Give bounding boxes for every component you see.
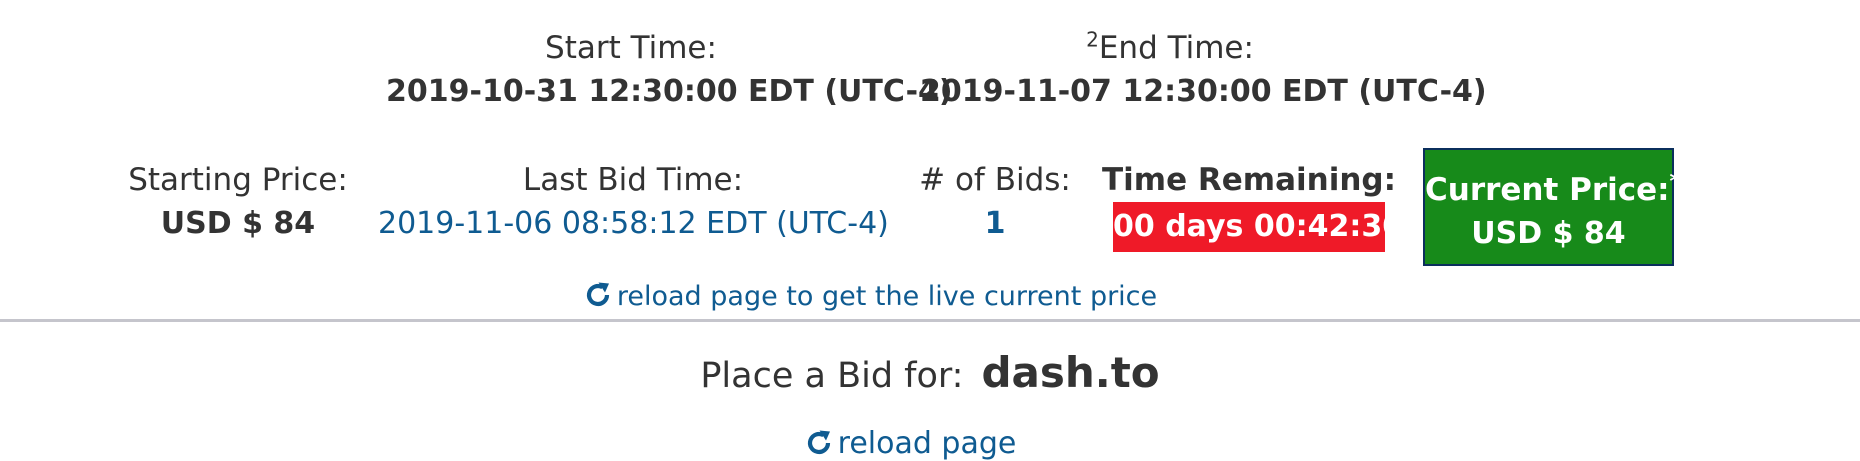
- last-bid-time-link[interactable]: 2019-11-06 08:58:12 EDT (UTC-4): [378, 206, 889, 242]
- end-time-block: 2End Time: 2019-11-07 12:30:00 EDT (UTC-…: [920, 30, 1487, 110]
- reload-icon: [586, 282, 609, 307]
- place-bid-label: Place a Bid for:: [700, 356, 964, 396]
- num-bids-label: # of Bids:: [919, 162, 1071, 198]
- starting-price-label: Starting Price:: [128, 162, 348, 198]
- starting-price-value: USD $ 84: [160, 206, 316, 241]
- end-time-label-row: 2End Time:: [920, 30, 1420, 66]
- end-time-label: End Time:: [1098, 30, 1254, 66]
- reload-page-link[interactable]: reload page: [804, 426, 1017, 461]
- starting-price-block: Starting Price: USD $ 84: [118, 162, 358, 242]
- start-time-label: Start Time:: [545, 30, 717, 66]
- time-remaining-label-wrap: Time Remaining:: [1093, 162, 1405, 198]
- time-remaining-badge: 00 days 00:42:30: [1113, 202, 1403, 252]
- current-price-footnote-marker: *: [1669, 169, 1682, 195]
- current-price-value: USD $ 84: [1471, 216, 1626, 251]
- reload-page-wrap: reload page: [700, 428, 1120, 460]
- current-price-label-row: Current Price:*: [1425, 171, 1681, 208]
- section-divider: [0, 319, 1860, 322]
- reload-live-price-label: reload page to get the live current pric…: [616, 281, 1158, 312]
- num-bids-link[interactable]: 1: [910, 206, 1080, 242]
- reload-live-price-link[interactable]: reload page to get the live current pric…: [583, 281, 1157, 312]
- start-time-block: Start Time: 2019-10-31 12:30:00 EDT (UTC…: [386, 30, 953, 110]
- last-bid-time-label: Last Bid Time:: [522, 162, 744, 198]
- place-bid-heading: Place a Bid for: dash.to: [560, 348, 1300, 397]
- reload-page-icon: [807, 430, 830, 455]
- reload-live-price-wrap: reload page to get the live current pric…: [560, 280, 1180, 313]
- end-time-footnote-marker: 2: [1086, 27, 1099, 52]
- reload-page-label: reload page: [837, 426, 1017, 461]
- time-remaining-label: Time Remaining:: [1102, 162, 1396, 198]
- start-time-value: 2019-10-31 12:30:00 EDT (UTC-4): [386, 74, 953, 109]
- last-bid-time-block: Last Bid Time: 2019-11-06 08:58:12 EDT (…: [378, 162, 889, 242]
- end-time-value: 2019-11-07 12:30:00 EDT (UTC-4): [920, 74, 1487, 109]
- num-bids-block: # of Bids: 1: [910, 162, 1080, 242]
- current-price-badge: Current Price:* USD $ 84: [1423, 148, 1681, 266]
- bid-domain-name: dash.to: [981, 348, 1160, 397]
- current-price-label: Current Price:: [1425, 172, 1670, 208]
